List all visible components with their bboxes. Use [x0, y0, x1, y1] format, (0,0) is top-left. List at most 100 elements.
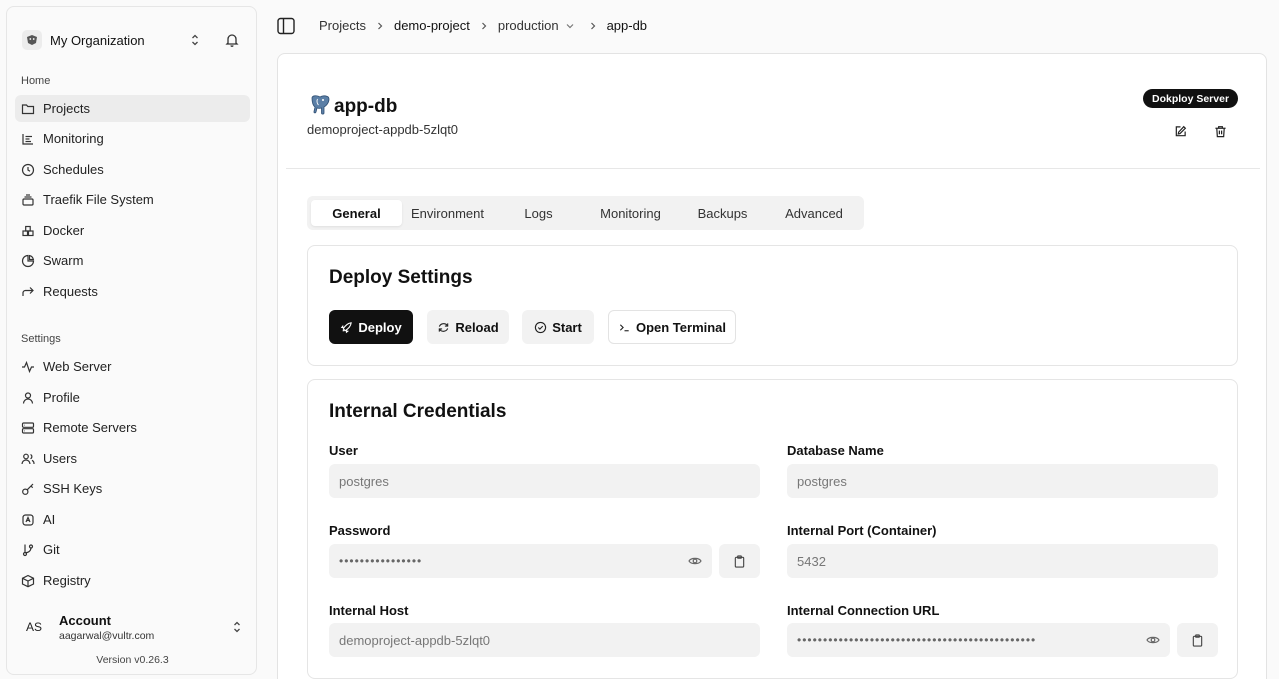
open-terminal-label: Open Terminal [635, 319, 727, 335]
users-icon [21, 453, 35, 464]
breadcrumb-environment[interactable]: production [498, 18, 559, 33]
trash-icon [1214, 125, 1226, 137]
boxes-icon [22, 225, 34, 236]
sidebar-item-label: SSH Keys [43, 481, 103, 496]
edit-button[interactable] [1169, 120, 1191, 142]
bell-icon[interactable] [224, 32, 240, 48]
start-label: Start [552, 319, 582, 335]
deploy-settings-title: Deploy Settings [329, 267, 473, 288]
chevrons-up-down-icon[interactable] [229, 619, 245, 635]
chart-icon [22, 133, 33, 145]
sidebar-item-label: Web Server [43, 359, 112, 374]
copy-password-button[interactable] [719, 544, 760, 578]
sidebar-item-swarm[interactable]: Swarm [15, 247, 250, 274]
clock-icon [21, 163, 35, 176]
chevron-down-icon[interactable] [565, 21, 575, 31]
version-label: Version v0.26.3 [96, 654, 169, 666]
tab-backups[interactable]: Backups [677, 200, 768, 226]
reload-button[interactable]: Reload [427, 310, 509, 344]
clipboard-icon [734, 554, 745, 568]
sidebar-item-label: Git [43, 542, 60, 557]
sidebar-item-docker[interactable]: Docker [15, 217, 250, 244]
sidebar-toggle-icon[interactable] [277, 17, 295, 35]
password-field[interactable]: •••••••••••••••• [329, 544, 712, 578]
eye-icon[interactable] [1146, 633, 1160, 647]
service-header: app-db demoproject-appdb-5zlqt0 Dokploy … [286, 62, 1260, 169]
account-name: Account [59, 612, 111, 628]
sidebar-item-profile[interactable]: Profile [15, 384, 250, 411]
open-terminal-button[interactable]: Open Terminal [608, 310, 736, 344]
sidebar-item-ai[interactable]: AI [15, 506, 250, 533]
chevron-right-icon [590, 22, 595, 29]
tab-advanced[interactable]: Advanced [768, 200, 860, 226]
forward-icon [22, 286, 34, 296]
account-email: aagarwal@vultr.com [59, 629, 155, 642]
sidebar-item-web-server[interactable]: Web Server [15, 353, 250, 380]
clipboard-icon [1192, 633, 1203, 647]
password-label: Password [329, 523, 391, 538]
sidebar-item-traefik[interactable]: Traefik File System [15, 186, 250, 213]
postgres-icon [311, 95, 330, 115]
breadcrumb-service: app-db [606, 18, 648, 33]
internal-connection-url-field[interactable]: ••••••••••••••••••••••••••••••••••••••••… [787, 623, 1170, 657]
organization-logo-icon [22, 30, 42, 50]
check-circle-icon [535, 321, 547, 333]
account-menu[interactable]: AS Account aagarwal@vultr.com [15, 605, 250, 649]
sidebar-item-label: Remote Servers [43, 420, 137, 435]
breadcrumb-projects[interactable]: Projects [319, 18, 366, 33]
database-name-field[interactable]: postgres [787, 464, 1218, 498]
sidebar-item-label: Requests [43, 284, 98, 299]
rocket-icon [341, 321, 353, 333]
refresh-icon [439, 322, 449, 332]
sidebar-item-registry[interactable]: Registry [15, 567, 250, 594]
sidebar-item-label: Profile [43, 390, 80, 405]
user-field[interactable]: postgres [329, 464, 760, 498]
start-button[interactable]: Start [522, 310, 594, 344]
tab-general[interactable]: General [311, 200, 402, 226]
sidebar-item-label: Schedules [43, 162, 104, 177]
organization-switcher[interactable]: My Organization [19, 21, 244, 59]
sidebar-item-git[interactable]: Git [15, 536, 250, 563]
layers-icon [22, 193, 34, 206]
internal-credentials-card: Internal Credentials User postgres Datab… [307, 379, 1238, 679]
sidebar-item-requests[interactable]: Requests [15, 278, 250, 305]
delete-button[interactable] [1209, 120, 1231, 142]
chevrons-up-down-icon[interactable] [187, 32, 203, 48]
organization-name: My Organization [50, 32, 145, 48]
credentials-title: Internal Credentials [329, 401, 507, 422]
internal-host-label: Internal Host [329, 603, 409, 618]
sidebar-item-label: Users [43, 451, 77, 466]
reload-label: Reload [455, 319, 499, 335]
copy-connection-url-button[interactable] [1177, 623, 1218, 657]
sparkles-icon [22, 513, 34, 526]
chevron-right-icon [378, 22, 383, 29]
sidebar-item-label: Monitoring [43, 131, 104, 146]
avatar: AS [25, 620, 42, 634]
deploy-button[interactable]: Deploy [329, 310, 413, 344]
sidebar-item-projects[interactable]: Projects [15, 95, 250, 122]
breadcrumb-project[interactable]: demo-project [394, 18, 470, 33]
internal-connection-url-label: Internal Connection URL [787, 603, 940, 618]
main-panel: app-db demoproject-appdb-5zlqt0 Dokploy … [277, 53, 1267, 679]
service-app-name: demoproject-appdb-5zlqt0 [307, 122, 459, 137]
folder-icon [21, 103, 35, 114]
internal-host-field[interactable]: demoproject-appdb-5zlqt0 [329, 623, 760, 657]
breadcrumb: Projects demo-project production app-db [319, 18, 647, 33]
tab-monitoring[interactable]: Monitoring [584, 200, 677, 226]
user-icon [22, 391, 34, 404]
git-branch-icon [22, 543, 34, 556]
edit-icon [1175, 125, 1186, 136]
chevron-right-icon [481, 22, 487, 29]
sidebar-item-schedules[interactable]: Schedules [15, 156, 250, 183]
tab-list: General Environment Logs Monitoring Back… [307, 196, 864, 230]
sidebar-item-ssh-keys[interactable]: SSH Keys [15, 475, 250, 502]
eye-icon[interactable] [688, 554, 702, 568]
internal-port-field[interactable]: 5432 [787, 544, 1218, 578]
sidebar-item-users[interactable]: Users [15, 445, 250, 472]
sidebar-item-monitoring[interactable]: Monitoring [15, 125, 250, 152]
tab-logs[interactable]: Logs [493, 200, 584, 226]
home-section-label: Home [21, 75, 51, 87]
deploy-label: Deploy [358, 319, 402, 335]
tab-environment[interactable]: Environment [402, 200, 493, 226]
sidebar-item-remote-servers[interactable]: Remote Servers [15, 414, 250, 441]
